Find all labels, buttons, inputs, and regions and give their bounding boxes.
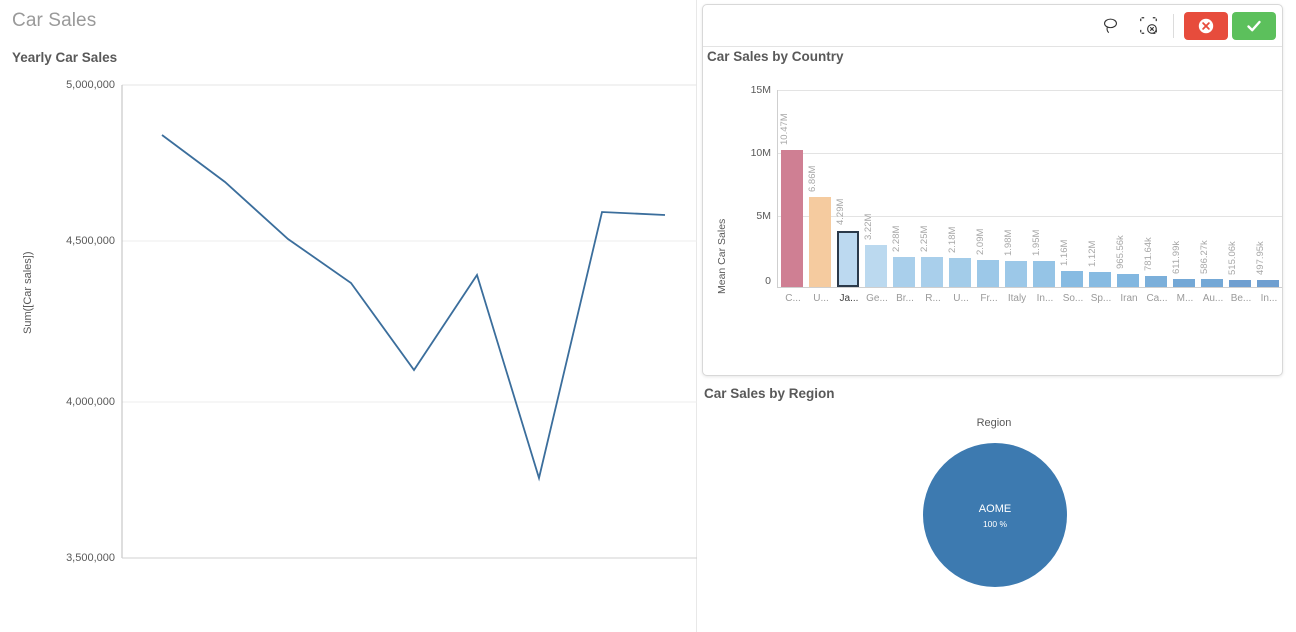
- bar-item[interactable]: [1117, 274, 1139, 287]
- bar-item[interactable]: [921, 257, 943, 287]
- bar-value-label: 2.09M: [975, 228, 986, 255]
- pie-chart-svg: [923, 443, 1067, 587]
- bar-x-tick[interactable]: Ca...: [1143, 293, 1171, 304]
- bar-value-label: 1.95M: [1031, 229, 1042, 256]
- bar-x-tick[interactable]: Italy: [1003, 293, 1031, 304]
- bar-series-container: 10.47M 6.86M 4.29M 3.22M 2.28M 2.25M 2.1…: [777, 69, 1282, 287]
- bar-item[interactable]: [1005, 261, 1027, 287]
- selection-toolbar: [703, 5, 1282, 47]
- bar-x-tick[interactable]: Au...: [1199, 293, 1227, 304]
- bar-x-tick-selected[interactable]: Ja...: [835, 293, 863, 304]
- clear-selection-icon[interactable]: [1129, 11, 1167, 41]
- bar-item[interactable]: [1145, 276, 1167, 287]
- line-chart-title: Yearly Car Sales: [12, 50, 118, 65]
- pie-slice-label: AOME: [978, 503, 1012, 515]
- bar-x-tick[interactable]: R...: [919, 293, 947, 304]
- bar-x-tick[interactable]: Be...: [1227, 293, 1255, 304]
- bar-x-tick[interactable]: C...: [779, 293, 807, 304]
- bar-value-label: 1.16M: [1059, 239, 1070, 266]
- app-title: Car Sales: [12, 10, 97, 31]
- bar-item[interactable]: [1201, 279, 1223, 287]
- bar-y-tick: 10M: [750, 147, 771, 159]
- bar-x-tick[interactable]: Ge...: [863, 293, 891, 304]
- bar-value-label: 965.56k: [1115, 235, 1126, 269]
- line-chart-panel: Car Sales Yearly Car Sales Sum([Car sale…: [0, 0, 697, 632]
- pie-slice-percent: 100 %: [982, 519, 1008, 529]
- bar-x-tick[interactable]: In...: [1255, 293, 1283, 304]
- bar-item[interactable]: [1173, 279, 1195, 287]
- bar-item[interactable]: [977, 260, 999, 287]
- bar-item[interactable]: [1229, 280, 1251, 287]
- bar-value-label: 1.98M: [1003, 229, 1014, 256]
- bar-y-tick: 0: [765, 275, 771, 287]
- line-chart-svg: [121, 84, 697, 559]
- bar-item[interactable]: [1061, 271, 1083, 287]
- pie-slice-aome[interactable]: [923, 443, 1067, 587]
- toolbar-divider: [1173, 13, 1174, 38]
- bar-item[interactable]: [893, 257, 915, 287]
- bar-x-tick[interactable]: Iran: [1115, 293, 1143, 304]
- bar-value-label: 3.22M: [863, 213, 874, 240]
- bar-value-label: 6.86M: [807, 165, 818, 192]
- bar-value-label: 497.95k: [1255, 241, 1266, 275]
- bar-y-axis-label: Mean Car Sales: [716, 218, 728, 294]
- bar-chart-panel: Car Sales by Country Mean Car Sales 15M …: [702, 4, 1283, 437]
- line-y-tick: 5,000,000: [66, 79, 115, 91]
- bar-value-label: 1.12M: [1087, 240, 1098, 267]
- bar-item[interactable]: [781, 150, 803, 287]
- bar-item[interactable]: [1033, 261, 1055, 287]
- bar-y-tick: 15M: [750, 84, 771, 96]
- bar-chart-plot[interactable]: Mean Car Sales 15M 10M 5M 0 10.47M 6.86M…: [703, 69, 1283, 437]
- bar-item-selected[interactable]: [837, 231, 859, 287]
- bar-chart-title: Car Sales by Country: [707, 49, 844, 64]
- bar-x-tick[interactable]: M...: [1171, 293, 1199, 304]
- bar-x-tick[interactable]: Sp...: [1087, 293, 1115, 304]
- line-y-axis-label: Sum([Car sales]): [22, 251, 34, 334]
- bar-value-label: 781.64k: [1143, 237, 1154, 271]
- cancel-selection-button[interactable]: [1184, 11, 1228, 40]
- bar-x-tick[interactable]: U...: [947, 293, 975, 304]
- bar-value-label: 586.27k: [1199, 240, 1210, 274]
- bar-value-label: 515.06k: [1227, 241, 1238, 275]
- lasso-icon[interactable]: [1091, 11, 1129, 41]
- line-y-tick: 3,500,000: [66, 552, 115, 564]
- line-y-tick: 4,000,000: [66, 396, 115, 408]
- bar-x-tick[interactable]: Br...: [891, 293, 919, 304]
- bar-item[interactable]: [809, 197, 831, 287]
- pie-legend-title: Region: [976, 417, 1012, 429]
- bar-value-label: 2.18M: [947, 226, 958, 253]
- bar-x-axis-line: [777, 287, 1282, 288]
- bar-x-tick[interactable]: In...: [1031, 293, 1059, 304]
- bar-y-tick: 5M: [756, 210, 771, 222]
- dashboard-root: Car Sales Yearly Car Sales Sum([Car sale…: [0, 0, 1296, 632]
- bar-value-label: 4.29M: [835, 198, 846, 225]
- bar-value-label: 2.28M: [891, 225, 902, 252]
- line-chart-plot[interactable]: Sum([Car sales]) 5,000,000 4,500,000 4,0…: [0, 76, 697, 632]
- line-y-tick: 4,500,000: [66, 235, 115, 247]
- bar-item[interactable]: [865, 245, 887, 287]
- bar-value-label: 2.25M: [919, 225, 930, 252]
- bar-value-label: 10.47M: [779, 113, 790, 145]
- bar-x-tick[interactable]: So...: [1059, 293, 1087, 304]
- bar-x-tick[interactable]: Fr...: [975, 293, 1003, 304]
- bar-value-label: 611.99k: [1171, 240, 1182, 274]
- bar-x-tick[interactable]: U...: [807, 293, 835, 304]
- bar-item[interactable]: [1089, 272, 1111, 287]
- bar-item[interactable]: [1257, 280, 1279, 287]
- pie-chart-title: Car Sales by Region: [704, 386, 835, 401]
- bar-item[interactable]: [949, 258, 971, 287]
- pie-chart-plot[interactable]: AOME 100 %: [921, 441, 1069, 589]
- confirm-selection-button[interactable]: [1232, 11, 1276, 40]
- pie-chart-panel: Car Sales by Region Region AOME 100 %: [702, 384, 1296, 632]
